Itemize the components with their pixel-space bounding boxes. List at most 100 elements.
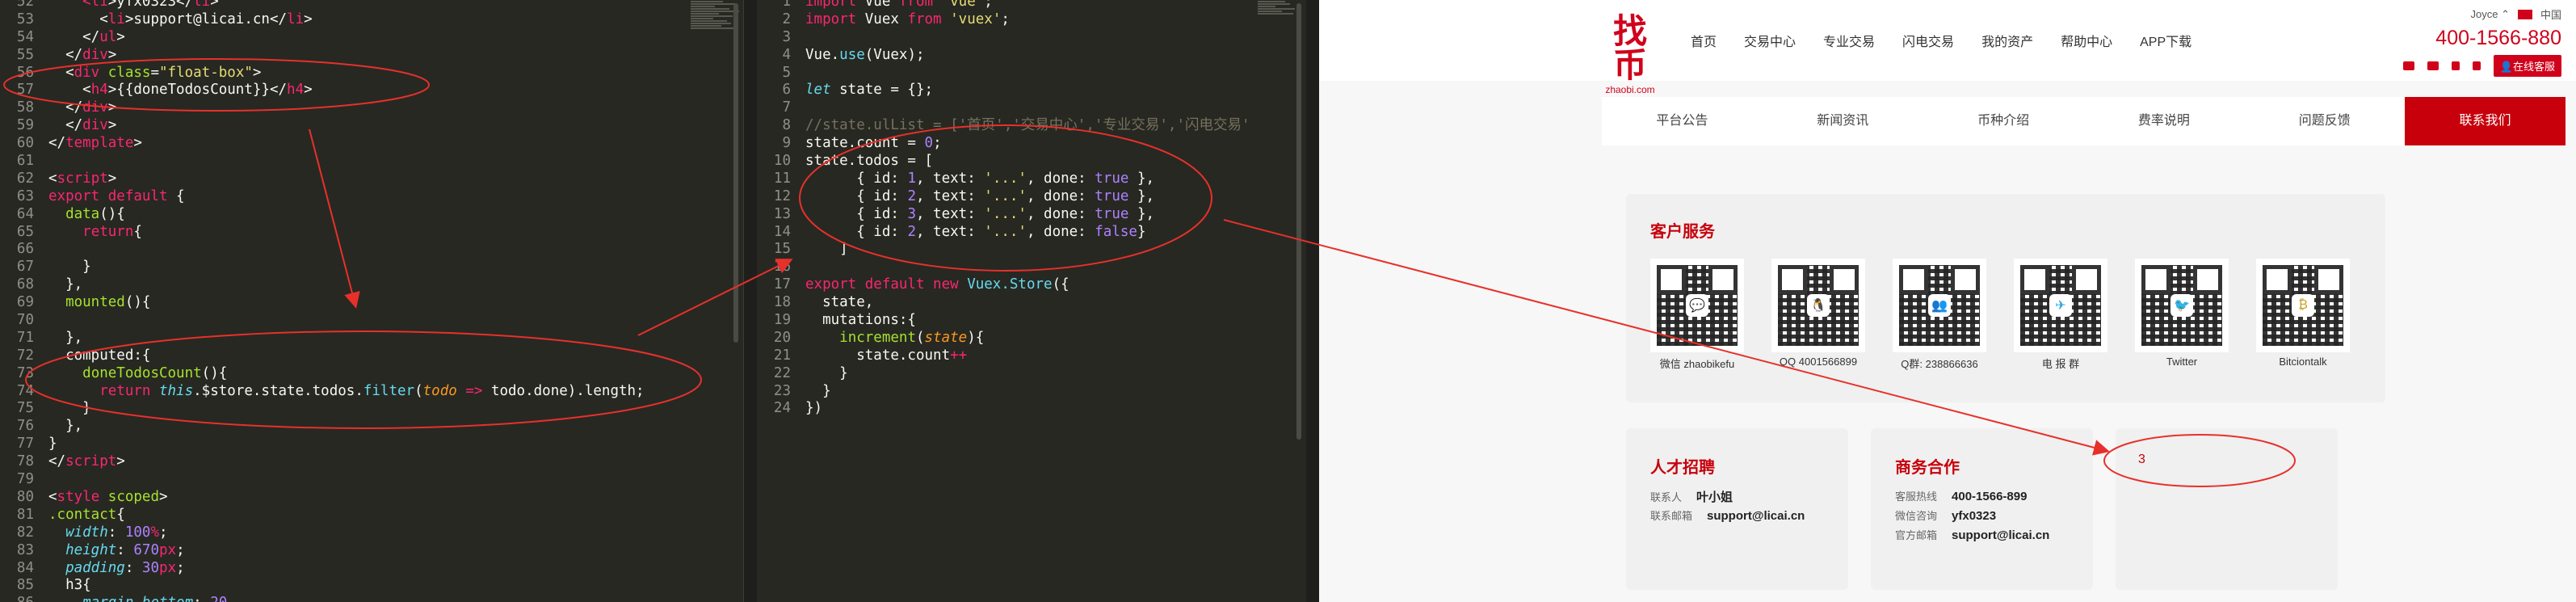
code-text[interactable]: import Vue from 'vue'; [805,0,993,10]
code-text[interactable]: increment(state){ [805,330,984,346]
qr-code-item[interactable]: 👥 Q群: 238866636 [1893,259,1986,371]
code-line[interactable]: 7 [757,99,1306,117]
qq-icon[interactable] [2451,61,2460,70]
code-text[interactable]: <style scoped> [48,489,168,505]
code-text[interactable]: <li>yfx0323</li> [48,0,219,10]
code-line[interactable]: 81 .contact{ [0,507,743,524]
qr-code-item[interactable]: 💬 微信 zhaobikefu [1650,259,1744,371]
qr-code-item[interactable]: ✈ 电 报 群 [2014,259,2107,371]
code-text[interactable]: <script> [48,170,116,187]
code-text[interactable]: ] [805,241,848,257]
code-line[interactable]: 80 <style scoped> [0,489,743,507]
code-text[interactable]: </div> [48,99,116,116]
code-line[interactable]: 60 </template> [0,135,743,153]
code-view-component[interactable]: 52 <li>yfx0323</li> 53 <li>support@licai.… [0,0,743,602]
code-line[interactable]: 18 state, [757,294,1306,312]
site-logo[interactable]: 找币 zhaobi.com [1598,15,1662,96]
nav-item[interactable]: APP下载 [2140,31,2191,50]
nav-item[interactable]: 交易中心 [1744,31,1796,50]
code-line[interactable]: 75 } [0,400,743,418]
code-text[interactable]: state.count++ [805,347,967,364]
code-line[interactable]: 24}) [757,400,1306,418]
code-line[interactable]: 58 </div> [0,99,743,117]
nav-item[interactable]: 首页 [1691,31,1717,50]
code-line[interactable]: 71 }, [0,330,743,347]
pane-splitter[interactable] [743,0,758,602]
code-line[interactable]: 3 [757,29,1306,47]
code-line[interactable]: 12 { id: 2, text: '...', done: true }, [757,188,1306,206]
nav-item[interactable]: 闪电交易 [1902,31,1954,50]
code-line[interactable]: 73 doneTodosCount(){ [0,365,743,383]
code-line[interactable]: 19 mutations:{ [757,312,1306,330]
code-text[interactable]: }) [805,400,822,416]
nav-item[interactable]: 专业交易 [1823,31,1875,50]
online-service-button[interactable]: 👤在线客服 [2493,55,2561,77]
code-text[interactable]: } [805,365,848,381]
editor-left-pane[interactable]: 52 <li>yfx0323</li> 53 <li>support@licai.… [0,0,743,602]
code-line[interactable]: 59 </div> [0,117,743,135]
code-line[interactable]: 64 data(){ [0,206,743,224]
code-text[interactable]: width: 100%; [48,524,167,541]
code-line[interactable]: 85 h3{ [0,577,743,595]
code-line[interactable]: 10 state.todos = [ [757,153,1306,170]
code-text[interactable]: //state.ulList = ['首页','交易中心','专业交易','闪电… [805,117,1250,133]
code-text[interactable]: doneTodosCount(){ [48,365,227,381]
code-text[interactable]: }, [48,276,82,293]
code-text[interactable]: } [48,259,91,275]
qr-code-item[interactable]: ₿ Bitciontalk [2256,259,2350,368]
code-line[interactable]: 72 computed:{ [0,347,743,365]
code-text[interactable]: return this.$store.state.todos.filter(to… [48,383,644,399]
tab-item[interactable]: 联系我们 [2405,97,2565,145]
code-line[interactable]: 6 let state = {}; [757,82,1306,99]
code-text[interactable]: mounted(){ [48,294,150,310]
code-text[interactable]: .contact{ [48,507,125,523]
pane-splitter[interactable] [1306,0,1319,602]
code-line[interactable]: 8 //state.ulList = ['首页','交易中心','专业交易','闪… [757,117,1306,135]
code-line[interactable]: 78 </script> [0,453,743,471]
code-text[interactable]: state.todos = [ [805,153,933,169]
code-text[interactable]: } [805,383,831,399]
code-line[interactable]: 70 [0,312,743,330]
code-text[interactable]: padding: 30px; [48,560,185,576]
tab-item[interactable]: 平台公告 [1602,97,1763,145]
code-line[interactable]: 79 [0,471,743,489]
tab-item[interactable]: 费率说明 [2083,97,2244,145]
code-line[interactable]: 1 import Vue from 'vue'; [757,0,1306,11]
tab-item[interactable]: 新闻资讯 [1763,97,1923,145]
tab-item[interactable]: 问题反馈 [2244,97,2405,145]
code-line[interactable]: 4 Vue.use(Vuex); [757,47,1306,65]
code-line[interactable]: 55 </div> [0,47,743,65]
code-text[interactable]: { id: 3, text: '...', done: true }, [805,206,1154,222]
qr-code-item[interactable]: 🐦 Twitter [2135,259,2229,368]
code-text[interactable]: } [48,400,91,416]
code-line[interactable]: 77} [0,436,743,453]
code-line[interactable]: 20 increment(state){ [757,330,1306,347]
code-line[interactable]: 84 padding: 30px; [0,560,743,578]
code-text[interactable]: return{ [48,224,142,240]
code-text[interactable]: data(){ [48,206,125,222]
code-line[interactable]: 69 mounted(){ [0,294,743,312]
code-line[interactable]: 14 { id: 2, text: '...', done: false} [757,224,1306,242]
code-line[interactable]: 76 }, [0,418,743,436]
bell-icon[interactable] [2472,61,2481,70]
code-line[interactable]: 63 export default { [0,188,743,206]
code-line[interactable]: 83 height: 670px; [0,542,743,560]
code-line[interactable]: 67 } [0,259,743,276]
code-text[interactable]: state.count = 0; [805,135,942,151]
code-text[interactable]: }, [48,330,82,346]
code-text[interactable]: h3{ [48,577,91,593]
code-line[interactable]: 74 return this.$store.state.todos.filter… [0,383,743,401]
code-text[interactable]: state, [805,294,873,310]
code-text[interactable]: </div> [48,47,116,63]
code-line[interactable]: 52 <li>yfx0323</li> [0,0,743,11]
code-text[interactable]: <h4>{{doneTodosCount}}</h4> [48,82,313,98]
code-text[interactable]: <li>support@licai.cn</li> [48,11,312,27]
nav-item[interactable]: 帮助中心 [2061,31,2112,50]
code-text[interactable]: </template> [48,135,142,151]
code-text[interactable]: { id: 2, text: '...', done: false} [805,224,1145,240]
code-line[interactable]: 5 [757,65,1306,82]
code-line[interactable]: 57 <h4>{{doneTodosCount}}</h4> [0,82,743,99]
code-line[interactable]: 23 } [757,383,1306,401]
code-text[interactable]: export default new Vuex.Store({ [805,276,1069,293]
username[interactable]: Joyce ⌃ [2471,8,2510,21]
